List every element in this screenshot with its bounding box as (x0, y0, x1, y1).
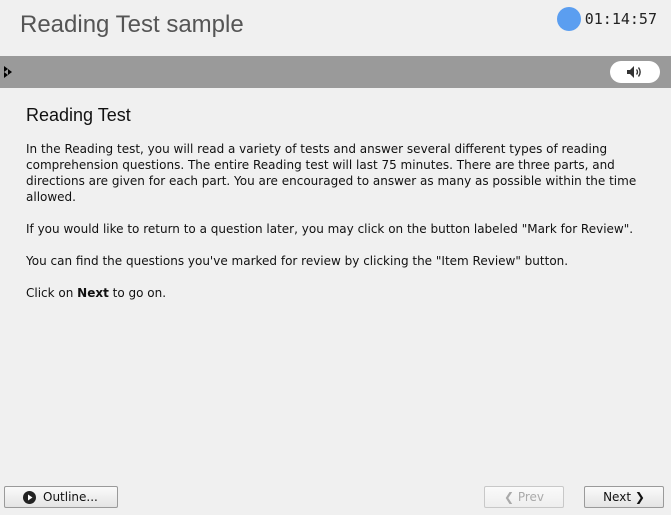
speaker-icon (627, 66, 641, 78)
toolbar (0, 56, 671, 88)
instructions-paragraph-1: In the Reading test, you will read a var… (26, 142, 637, 204)
instructions-paragraph-2: If you would like to return to a questio… (26, 222, 634, 236)
volume-button[interactable] (610, 61, 660, 83)
header-bar: Reading Test sample 01:14:57 (0, 0, 671, 56)
paragraph-4-suffix: to go on. (108, 286, 167, 300)
timer: 01:14:57 (556, 7, 657, 31)
instructions-paragraph-4: Click on Next to go on. (26, 285, 656, 301)
outline-label: Outline... (43, 490, 98, 504)
chevron-right-icon: ❯ (634, 490, 645, 504)
paragraph-4-prefix: Click on (26, 286, 78, 300)
next-button[interactable]: Next ❯ (584, 486, 664, 508)
timer-indicator-icon[interactable] (556, 7, 581, 31)
app-title: Reading Test sample (20, 11, 244, 38)
next-keyword: Next (77, 286, 109, 300)
outline-button[interactable]: Outline... (4, 486, 118, 508)
section-title: Reading Test (26, 105, 131, 125)
play-circle-icon (23, 491, 36, 504)
next-label: Next (603, 490, 632, 504)
prev-button[interactable]: ❮ Prev (484, 486, 564, 508)
prev-label: Prev (517, 490, 545, 504)
double-chevron-right-icon[interactable] (4, 66, 12, 78)
instructions-panel: Reading Test In the Reading test, you wi… (26, 88, 656, 301)
chevron-left-icon: ❮ (503, 490, 515, 504)
instructions-paragraph-3: You can find the questions you've marked… (26, 254, 569, 268)
timer-text: 01:14:57 (584, 10, 657, 28)
